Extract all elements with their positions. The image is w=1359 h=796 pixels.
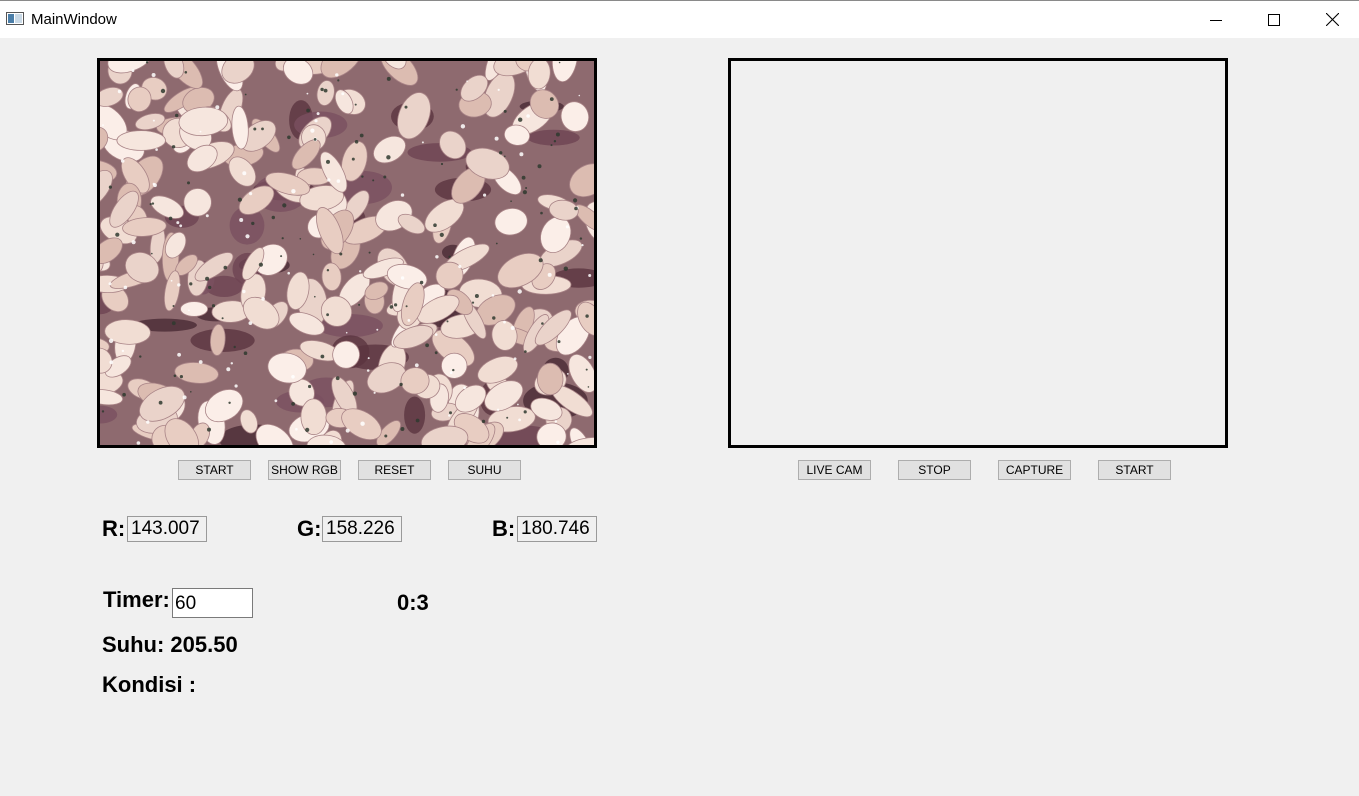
reset-button[interactable]: RESET — [358, 460, 431, 480]
kondisi-label: Kondisi : — [102, 672, 197, 697]
stop-button[interactable]: STOP — [898, 460, 971, 480]
window-title: MainWindow — [31, 11, 117, 28]
main-window-client: START SHOW RGB RESET SUHU LIVE CAM STOP … — [0, 38, 1359, 796]
r-value: 143.007 — [127, 516, 207, 542]
suhu-reading: Suhu: 205.50 — [102, 632, 238, 657]
r-label: R: — [102, 516, 126, 541]
show-rgb-button[interactable]: SHOW RGB — [268, 460, 341, 480]
timer-input[interactable] — [172, 588, 253, 618]
g-value: 158.226 — [322, 516, 402, 542]
title-bar: MainWindow — [0, 0, 1359, 38]
countdown-display: 0:3 — [397, 590, 429, 615]
captured-image-frame — [97, 58, 597, 448]
suhu-button[interactable]: SUHU — [448, 460, 521, 480]
g-label: G: — [297, 516, 322, 541]
soybean-image — [100, 61, 594, 445]
minimize-button[interactable] — [1187, 1, 1245, 38]
minimize-icon — [1210, 19, 1222, 21]
capture-button[interactable]: CAPTURE — [998, 460, 1071, 480]
b-label: B: — [492, 516, 516, 541]
close-button[interactable] — [1303, 1, 1359, 38]
live-cam-button[interactable]: LIVE CAM — [798, 460, 871, 480]
maximize-icon — [1268, 13, 1280, 26]
live-camera-frame — [728, 58, 1228, 448]
timer-label: Timer: — [103, 587, 170, 612]
start-camera-button[interactable]: START — [1098, 460, 1171, 480]
app-window-icon — [6, 12, 24, 25]
close-icon — [1325, 13, 1339, 26]
start-button[interactable]: START — [178, 460, 251, 480]
maximize-button[interactable] — [1245, 1, 1303, 38]
b-value: 180.746 — [517, 516, 597, 542]
